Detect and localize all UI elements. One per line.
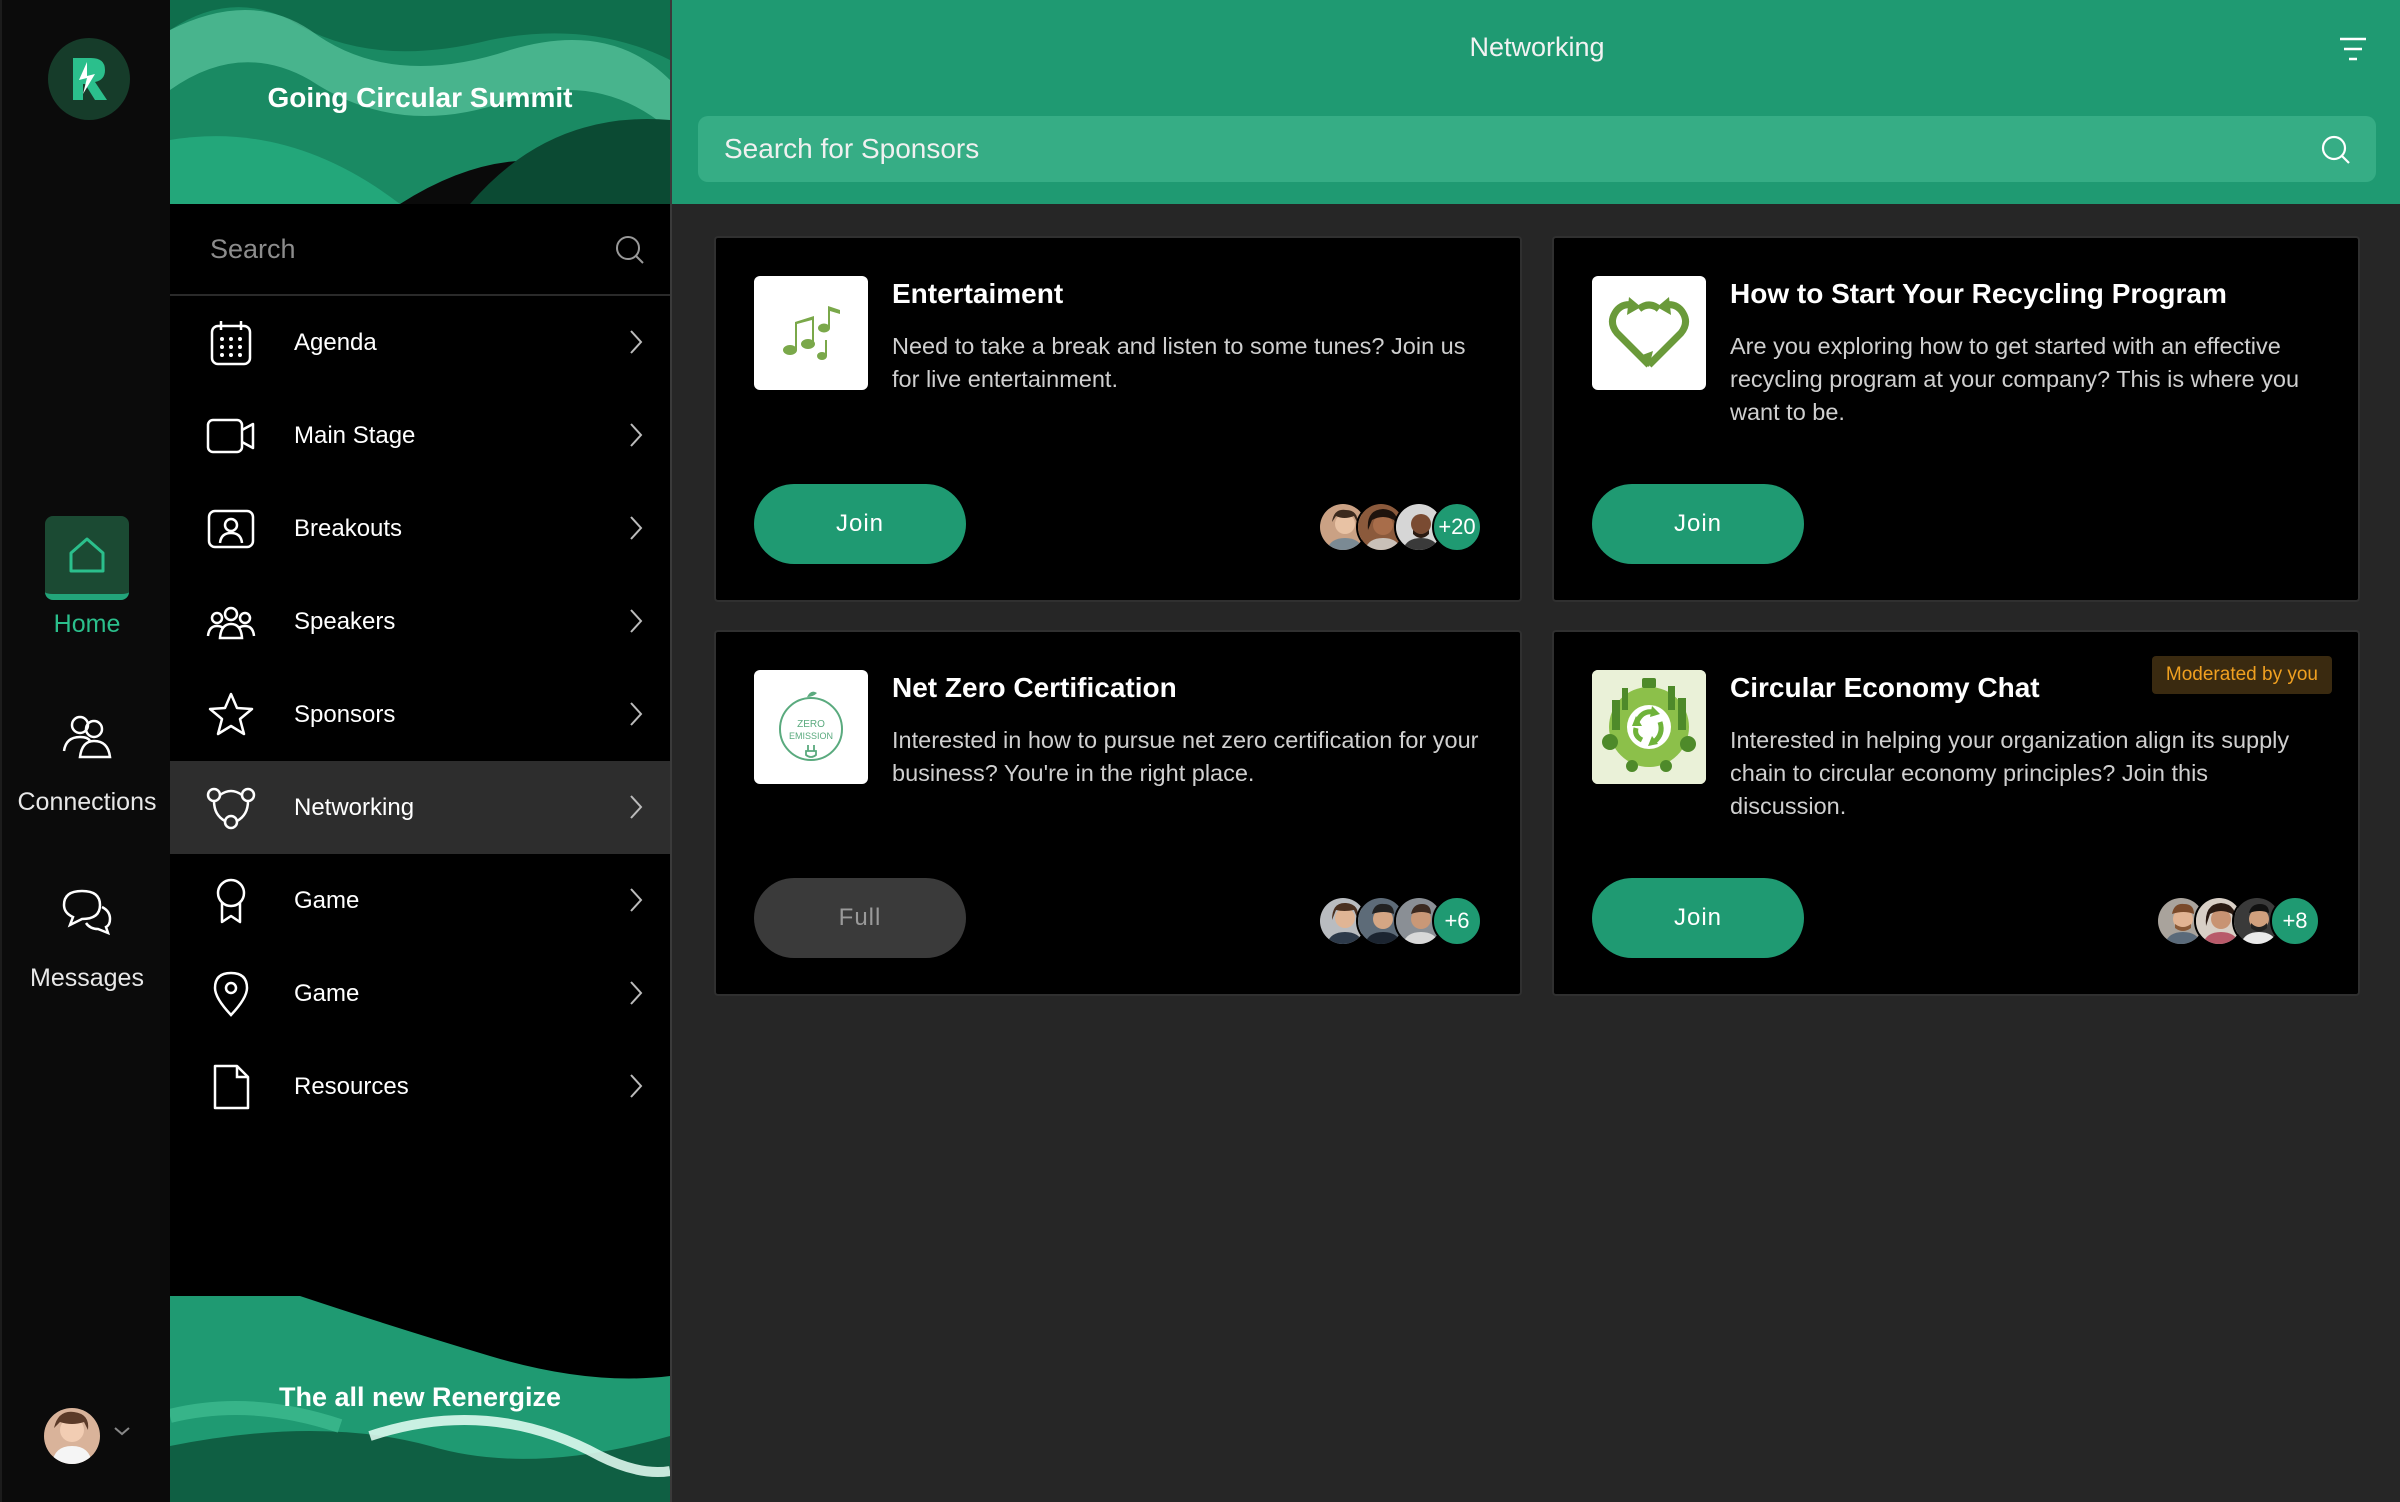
- chevron-right-icon: [630, 330, 643, 354]
- networking-icon: [206, 783, 256, 833]
- attendee-count: +20: [1432, 502, 1482, 552]
- chevron-right-icon: [630, 423, 643, 447]
- join-button[interactable]: Join: [1592, 484, 1804, 564]
- nav-item-game-map[interactable]: Game: [170, 947, 670, 1040]
- chevron-right-icon: [630, 888, 643, 912]
- zero-emission-text-top: ZERO: [797, 719, 825, 730]
- nav-label: Main Stage: [294, 421, 416, 449]
- nav-label: Speakers: [294, 607, 396, 635]
- star-icon: [206, 690, 256, 740]
- user-avatar[interactable]: [44, 1408, 100, 1464]
- app-logo[interactable]: [48, 38, 130, 120]
- ribbon-icon: [206, 876, 256, 926]
- home-icon: [45, 516, 129, 600]
- document-icon: [206, 1062, 256, 1112]
- nav-label: Game: [294, 979, 360, 1007]
- card-description: Are you exploring how to get started wit…: [1730, 333, 2300, 425]
- join-button[interactable]: Join: [1592, 878, 1804, 958]
- card-description: Need to take a break and listen to some …: [892, 333, 1466, 392]
- nav-label: Sponsors: [294, 700, 396, 728]
- nav-item-resources[interactable]: Resources: [170, 1040, 670, 1133]
- nav-label: Game: [294, 886, 360, 914]
- join-button[interactable]: Join: [754, 484, 966, 564]
- page-header: Networking: [672, 0, 2400, 204]
- rail-label-messages: Messages: [30, 964, 144, 992]
- connections-icon: [45, 694, 129, 778]
- music-notes-icon: [754, 276, 868, 390]
- card-title: Net Zero Certification: [892, 672, 1177, 703]
- nav-item-breakouts[interactable]: Breakouts: [170, 482, 670, 575]
- nav-item-speakers[interactable]: Speakers: [170, 575, 670, 668]
- rail-label-connections: Connections: [17, 788, 157, 816]
- calendar-icon: [206, 318, 256, 368]
- chevron-down-icon[interactable]: [112, 1424, 132, 1438]
- page-title: Networking: [1469, 32, 1605, 62]
- nav-search-bar: [170, 204, 670, 296]
- video-icon: [206, 411, 256, 461]
- session-card: Entertaiment Need to take a break and li…: [714, 236, 1522, 602]
- chevron-right-icon: [630, 702, 643, 726]
- chevron-right-icon: [630, 1074, 643, 1098]
- nav-item-networking[interactable]: Networking: [170, 761, 670, 854]
- nav-label: Networking: [294, 793, 415, 821]
- app-rail: Home Connections Messages: [0, 0, 170, 1502]
- green-city-recycle-icon: [1592, 670, 1706, 784]
- card-description: Interested in how to pursue net zero cer…: [892, 727, 1479, 786]
- search-icon[interactable]: [2320, 134, 2352, 166]
- renergize-logo-icon: [73, 58, 107, 100]
- session-card: How to Start Your Recycling Program Are …: [1552, 236, 2360, 602]
- nav-item-sponsors[interactable]: Sponsors: [170, 668, 670, 761]
- rail-item-messages[interactable]: Messages: [2, 870, 172, 993]
- breakout-icon: [206, 504, 256, 554]
- app-window: Home Connections Messages Going Circular…: [0, 0, 2400, 1502]
- card-title: Entertaiment: [892, 278, 1064, 309]
- event-title: Going Circular Summit: [267, 82, 573, 113]
- nav-item-agenda[interactable]: Agenda: [170, 296, 670, 389]
- promo-title: The all new Renergize: [278, 1382, 562, 1412]
- card-title: Circular Economy Chat: [1730, 672, 2040, 703]
- zero-emission-text-bottom: EMISSION: [789, 731, 833, 741]
- attendee-avatars[interactable]: +8: [2156, 896, 2320, 946]
- messages-icon: [45, 870, 129, 954]
- nav-label: Breakouts: [294, 514, 403, 542]
- event-banner: Going Circular Summit: [170, 0, 670, 204]
- attendee-count: +6: [1432, 896, 1482, 946]
- moderator-badge: Moderated by you: [2151, 656, 2332, 694]
- session-card: Moderated by you Circular Economy Chat I…: [1552, 630, 2360, 996]
- recycle-heart-icon: [1592, 276, 1706, 390]
- nav-label: Resources: [294, 1072, 409, 1100]
- card-description: Interested in helping your organization …: [1730, 727, 2290, 819]
- chevron-right-icon: [630, 795, 643, 819]
- chevron-right-icon: [630, 609, 643, 633]
- rail-item-home[interactable]: Home: [2, 516, 172, 639]
- nav-item-game[interactable]: Game: [170, 854, 670, 947]
- nav-item-main-stage[interactable]: Main Stage: [170, 389, 670, 482]
- promo-banner[interactable]: The all new Renergize: [170, 1296, 670, 1502]
- rail-item-connections[interactable]: Connections: [2, 694, 172, 817]
- sponsor-search-input[interactable]: [724, 133, 2224, 165]
- rail-label-home: Home: [53, 610, 121, 638]
- attendee-avatars[interactable]: +6: [1318, 896, 1482, 946]
- main-content: Networking Entertaiment Need to take a b…: [670, 0, 2400, 1502]
- nav-label: Agenda: [294, 328, 377, 356]
- search-icon[interactable]: [614, 234, 646, 266]
- map-pin-icon: [206, 969, 256, 1019]
- full-button: Full: [754, 878, 966, 958]
- people-icon: [206, 597, 256, 647]
- attendee-avatars[interactable]: +20: [1318, 502, 1482, 552]
- filter-menu-icon[interactable]: [2338, 36, 2368, 62]
- nav-search-input[interactable]: [210, 233, 590, 265]
- sponsor-search-bar: [698, 116, 2376, 182]
- card-title: How to Start Your Recycling Program: [1730, 278, 2227, 309]
- session-card: ZERO EMISSION Net Zero Certification Int…: [714, 630, 1522, 996]
- zero-emission-icon: ZERO EMISSION: [754, 670, 868, 784]
- chevron-right-icon: [630, 516, 643, 540]
- attendee-count: +8: [2270, 896, 2320, 946]
- chevron-right-icon: [630, 981, 643, 1005]
- event-nav-panel: Going Circular Summit Agenda Main Stage …: [170, 0, 670, 1502]
